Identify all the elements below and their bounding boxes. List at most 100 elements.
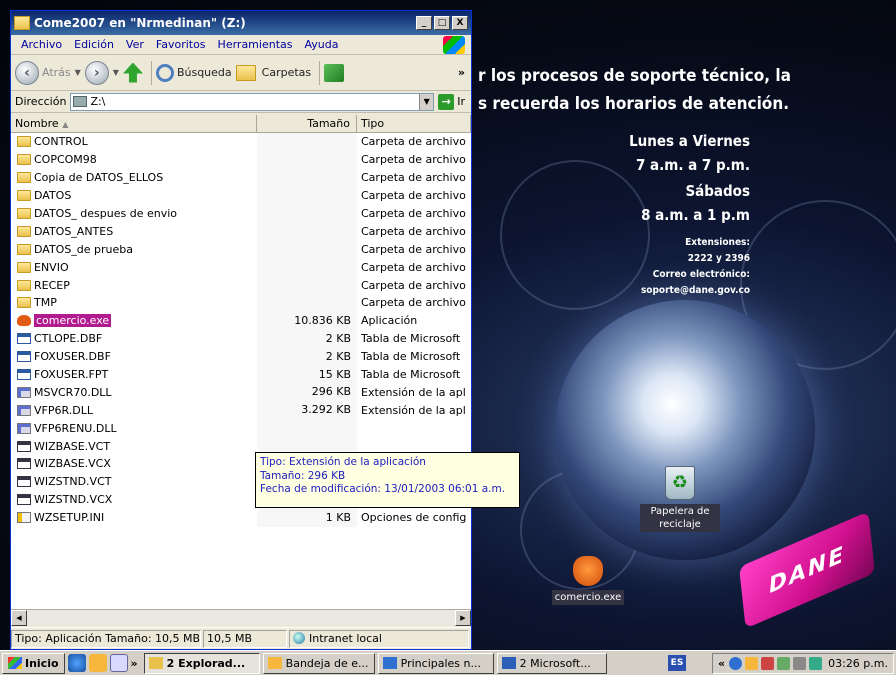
- desktop-icon-comercio[interactable]: comercio.exe: [548, 556, 628, 605]
- quicklaunch-chevron[interactable]: »: [131, 657, 138, 670]
- outlook-quicklaunch-icon[interactable]: [88, 654, 107, 672]
- dll-icon: [17, 422, 31, 434]
- column-header-type[interactable]: Tipo: [357, 115, 471, 132]
- back-dropdown-icon[interactable]: ▼: [75, 68, 81, 77]
- folders-button[interactable]: Carpetas: [235, 64, 312, 81]
- file-row[interactable]: MSVCR70.DLL 296 KB Extensión de la apl: [11, 383, 471, 402]
- address-input[interactable]: Z:\ ▼: [70, 92, 435, 111]
- file-row[interactable]: DATOS_ despues de envio Carpeta de archiv…: [11, 204, 471, 223]
- scroll-left-icon[interactable]: ◀: [11, 610, 27, 626]
- clock[interactable]: 03:26 p.m.: [828, 657, 888, 670]
- menu-herramientas[interactable]: Herramientas: [212, 38, 299, 51]
- taskbar-button[interactable]: 2 Explorad...: [143, 652, 260, 674]
- ie-quicklaunch-icon[interactable]: [67, 654, 86, 672]
- file-name: RECEP: [34, 278, 70, 292]
- edit-quicklaunch-icon[interactable]: [109, 654, 128, 672]
- taskbar-button[interactable]: Principales n...: [377, 652, 494, 674]
- menu-favoritos[interactable]: Favoritos: [150, 38, 212, 51]
- toolbar-overflow-chevron[interactable]: »: [458, 66, 465, 79]
- menu-edicion[interactable]: Edición: [68, 38, 120, 51]
- file-type: Carpeta de archivo: [361, 224, 466, 238]
- security-tray-icon[interactable]: [761, 657, 775, 670]
- up-folder-button[interactable]: [122, 62, 143, 83]
- status-zone: Intranet local: [289, 629, 469, 648]
- file-tooltip: Tipo: Extensión de la aplicación Tamaño:…: [255, 452, 520, 508]
- maximize-button[interactable]: □: [434, 16, 450, 30]
- file-row[interactable]: ENVIO Carpeta de archivo: [11, 258, 471, 277]
- close-button[interactable]: X: [452, 16, 468, 30]
- file-row[interactable]: DATOS_ANTES Carpeta de archivo: [11, 222, 471, 241]
- go-button[interactable]: → Ir: [438, 93, 465, 110]
- file-name-cell: Copia de DATOS_ELLOS: [11, 171, 257, 184]
- views-button[interactable]: [324, 63, 345, 82]
- file-row[interactable]: WZSETUP.INI 1 KB Opciones de config: [11, 508, 471, 527]
- outlook-tray-icon[interactable]: [745, 657, 759, 670]
- file-row[interactable]: VFP6R.DLL 3.292 KB Extensión de la apl: [11, 401, 471, 420]
- file-row[interactable]: TMP Carpeta de archivo: [11, 294, 471, 312]
- taskbar-button-label: 2 Explorad...: [166, 656, 246, 670]
- search-button[interactable]: Búsqueda: [155, 63, 232, 82]
- file-row[interactable]: COPCOM98 Carpeta de archivo: [11, 150, 471, 169]
- forward-button[interactable]: › ▼: [84, 60, 119, 85]
- tooltip-size: Tamaño: 296 KB: [260, 469, 346, 482]
- tray-chevron[interactable]: «: [718, 657, 725, 670]
- file-row[interactable]: FOXUSER.FPT 15 KB Tabla de Microsoft: [11, 365, 471, 384]
- menu-ver[interactable]: Ver: [120, 38, 150, 51]
- desktop-icon-recycle-bin[interactable]: ♻ Papelera de reciclaje: [640, 466, 720, 532]
- folder-icon: [17, 172, 31, 184]
- file-name-cell: DATOS_ANTES: [11, 225, 257, 238]
- taskbar-button[interactable]: Bandeja de e...: [262, 652, 375, 674]
- tooltip-type: Tipo: Extensión de la aplicación: [260, 456, 426, 468]
- file-name: comercio.exe: [34, 314, 112, 328]
- scroll-right-icon[interactable]: ▶: [455, 610, 471, 626]
- back-button[interactable]: ‹ Atrás ▼: [15, 60, 81, 85]
- folder-icon: [17, 279, 31, 291]
- minimize-button[interactable]: _: [416, 16, 432, 30]
- class-library-icon: [17, 458, 31, 470]
- file-name-cell: comercio.exe: [11, 314, 257, 328]
- column-header-name[interactable]: Nombre ▲: [11, 115, 257, 132]
- file-row[interactable]: CONTROL Carpeta de archivo: [11, 133, 471, 151]
- update-tray-icon[interactable]: [809, 657, 823, 670]
- window-title: Come2007 en "Nrmedinan" (Z:): [34, 16, 246, 30]
- title-bar[interactable]: Come2007 en "Nrmedinan" (Z:) _ □ X: [11, 11, 471, 35]
- email-value: soporte@dane.gov.co: [640, 285, 750, 296]
- volume-tray-icon[interactable]: [793, 657, 807, 670]
- language-indicator[interactable]: ES: [668, 655, 686, 671]
- file-name-cell: MSVCR70.DLL: [11, 386, 257, 399]
- file-row[interactable]: DATOS Carpeta de archivo: [11, 186, 471, 205]
- file-row[interactable]: DATOS_de prueba Carpeta de archivo: [11, 240, 471, 259]
- folders-label: Carpetas: [261, 66, 312, 79]
- file-size: [257, 133, 357, 151]
- folders-icon: [235, 64, 256, 81]
- file-size: [257, 419, 357, 438]
- file-row[interactable]: VFP6RENU.DLL: [11, 419, 471, 438]
- file-name-cell: DATOS_de prueba: [11, 243, 257, 256]
- start-button[interactable]: Inicio: [2, 652, 65, 674]
- file-type: Tabla de Microsoft: [361, 332, 461, 346]
- extensions-label: Extensiones:: [685, 237, 750, 248]
- messenger-tray-icon[interactable]: [777, 657, 791, 670]
- file-row[interactable]: RECEP Carpeta de archivo: [11, 276, 471, 295]
- menu-ayuda[interactable]: Ayuda: [298, 38, 344, 51]
- file-row[interactable]: FOXUSER.DBF 2 KB Tabla de Microsoft: [11, 347, 471, 366]
- scroll-track[interactable]: [27, 610, 455, 625]
- views-icon: [324, 63, 345, 82]
- file-row[interactable]: CTLOPE.DBF 2 KB Tabla de Microsoft: [11, 329, 471, 348]
- taskbar-button[interactable]: 2 Microsoft...: [496, 652, 607, 674]
- menu-archivo[interactable]: Archivo: [15, 38, 68, 51]
- forward-dropdown-icon[interactable]: ▼: [113, 68, 119, 77]
- file-row[interactable]: comercio.exe 10.836 KB Aplicación: [11, 311, 471, 330]
- file-size: [257, 222, 357, 241]
- file-size: [257, 294, 357, 312]
- file-name: WIZSTND.VCX: [34, 493, 113, 507]
- file-row[interactable]: Copia de DATOS_ELLOS Carpeta de archivo: [11, 168, 471, 187]
- network-tray-icon[interactable]: [729, 657, 743, 670]
- status-bar: Tipo: Aplicación Tamaño: 10,5 MB 10,5 MB…: [11, 627, 471, 649]
- folder-icon: [17, 243, 31, 255]
- address-dropdown-icon[interactable]: ▼: [419, 93, 434, 110]
- horizontal-scrollbar[interactable]: ◀ ▶: [11, 609, 471, 626]
- column-header-size[interactable]: Tamaño: [257, 115, 357, 132]
- weekday-hours: 7 a.m. a 7 p.m.: [635, 156, 750, 174]
- table-icon: [17, 369, 31, 381]
